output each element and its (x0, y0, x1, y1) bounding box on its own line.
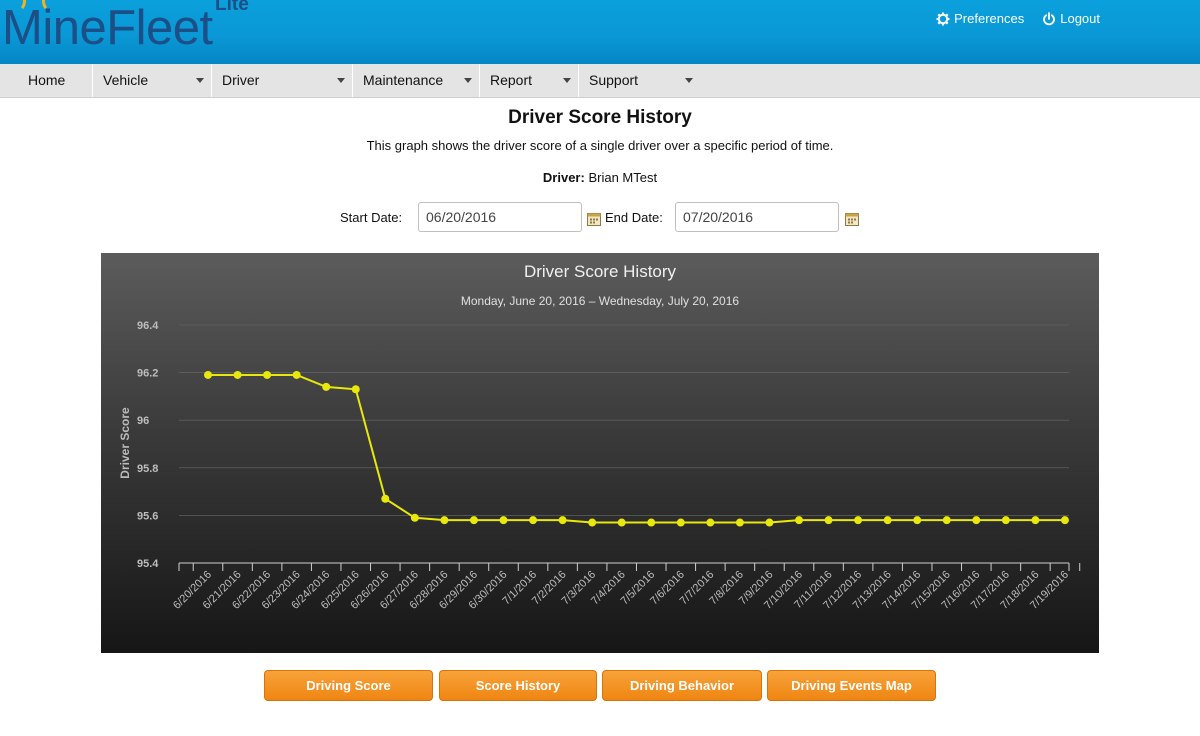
data-point[interactable] (469, 516, 478, 525)
y-tick-label: 96 (137, 415, 149, 427)
data-point[interactable] (942, 516, 951, 525)
y-axis-label: Driver Score (118, 407, 132, 479)
x-axis: 6/20/20166/21/20166/22/20166/23/20166/24… (171, 562, 1081, 612)
data-point[interactable] (558, 516, 567, 525)
data-point[interactable] (972, 516, 981, 525)
data-point[interactable] (204, 370, 212, 379)
chevron-down-icon (464, 78, 472, 83)
data-point[interactable] (1001, 516, 1010, 525)
driver-info: Driver: Brian MTest (0, 170, 1200, 185)
menu-driver[interactable]: Driver (212, 64, 353, 97)
menu-support[interactable]: Support (579, 64, 700, 97)
logout-label: Logout (1060, 11, 1100, 26)
chevron-down-icon (196, 78, 204, 83)
chevron-down-icon (563, 78, 571, 83)
score-history-button[interactable]: Score History (439, 670, 597, 701)
data-point[interactable] (617, 518, 626, 527)
chart-title: Driver Score History (524, 262, 677, 281)
date-range-row: Start Date: End Date: (0, 202, 1200, 232)
menu-home[interactable]: Home (0, 64, 93, 97)
data-point[interactable] (588, 518, 597, 527)
data-point[interactable] (883, 516, 892, 525)
data-point[interactable] (440, 516, 449, 525)
driving-behavior-button[interactable]: Driving Behavior (602, 670, 762, 701)
driving-events-map-button[interactable]: Driving Events Map (767, 670, 936, 701)
end-date-label: End Date: (605, 210, 663, 225)
header-links: Preferences Logout (936, 11, 1100, 26)
data-point[interactable] (499, 516, 508, 525)
menu-report[interactable]: Report (480, 64, 579, 97)
preferences-label: Preferences (954, 11, 1025, 26)
chevron-down-icon (685, 78, 693, 83)
page-title: Driver Score History (508, 107, 692, 128)
data-point[interactable] (1031, 516, 1040, 525)
data-point[interactable] (292, 370, 301, 379)
chart-canvas: Driver Score History Monday, June 20, 20… (118, 262, 1081, 612)
y-tick-label: 96.2 (137, 368, 158, 380)
data-point[interactable] (854, 516, 863, 525)
menu-maintenance-label: Maintenance (363, 72, 444, 88)
data-point[interactable] (233, 370, 242, 379)
app-header: MineFleet Lite Preferences Logout (0, 0, 1200, 65)
menu-vehicle-label: Vehicle (103, 72, 149, 88)
app-logo-sub: Lite (215, 0, 249, 15)
data-point[interactable] (322, 382, 331, 391)
logout-link[interactable]: Logout (1042, 11, 1100, 26)
start-date-input[interactable] (418, 202, 582, 232)
menu-home-label: Home (28, 72, 66, 88)
data-point[interactable] (410, 513, 419, 522)
menu-maintenance[interactable]: Maintenance (353, 64, 480, 97)
data-point[interactable] (795, 516, 803, 525)
driver-name: Brian MTest (588, 170, 658, 185)
chart-subtitle: Monday, June 20, 2016 – Wednesday, July … (461, 294, 740, 308)
data-point[interactable] (647, 518, 656, 527)
calendar-icon[interactable] (845, 212, 859, 226)
series-line (208, 373, 1065, 524)
preferences-link[interactable]: Preferences (936, 11, 1024, 26)
chevron-down-icon (337, 78, 345, 83)
menu-driver-label: Driver (222, 72, 260, 88)
data-point[interactable] (706, 518, 715, 527)
driving-score-button[interactable]: Driving Score (264, 670, 433, 701)
series-driver-score (204, 370, 1069, 527)
start-date-label: Start Date: (340, 210, 403, 225)
y-tick-label: 95.4 (137, 558, 159, 570)
menu-report-label: Report (490, 72, 533, 88)
y-axis-ticks: 95.4 95.6 95.8 96 96.2 96.4 (137, 320, 159, 570)
y-tick-label: 96.4 (137, 320, 159, 332)
data-point[interactable] (351, 385, 360, 394)
data-point[interactable] (735, 518, 744, 527)
power-icon (1043, 11, 1056, 25)
data-point[interactable] (1060, 516, 1069, 525)
data-point[interactable] (529, 516, 538, 525)
end-date-input[interactable] (675, 202, 839, 232)
data-point[interactable] (824, 516, 833, 525)
grid-lines (179, 324, 1069, 516)
menu-vehicle[interactable]: Vehicle (93, 64, 212, 97)
data-point[interactable] (263, 370, 272, 379)
calendar-icon[interactable] (587, 212, 601, 226)
gear-icon (936, 12, 950, 25)
menu-support-label: Support (589, 72, 639, 88)
page-description: This graph shows the driver score of a s… (366, 138, 834, 153)
data-point[interactable] (381, 494, 390, 503)
driver-label: Driver: (542, 170, 585, 185)
score-history-chart: Driver Score History Monday, June 20, 20… (101, 253, 1099, 653)
main-menu: Home Vehicle Driver Maintenance Report S… (0, 64, 1200, 98)
data-point[interactable] (676, 518, 685, 527)
y-tick-label: 95.6 (137, 510, 158, 522)
y-tick-label: 95.8 (137, 463, 158, 475)
data-point[interactable] (765, 518, 774, 527)
data-point[interactable] (913, 516, 922, 525)
app-logo[interactable]: MineFleet (2, 2, 213, 54)
